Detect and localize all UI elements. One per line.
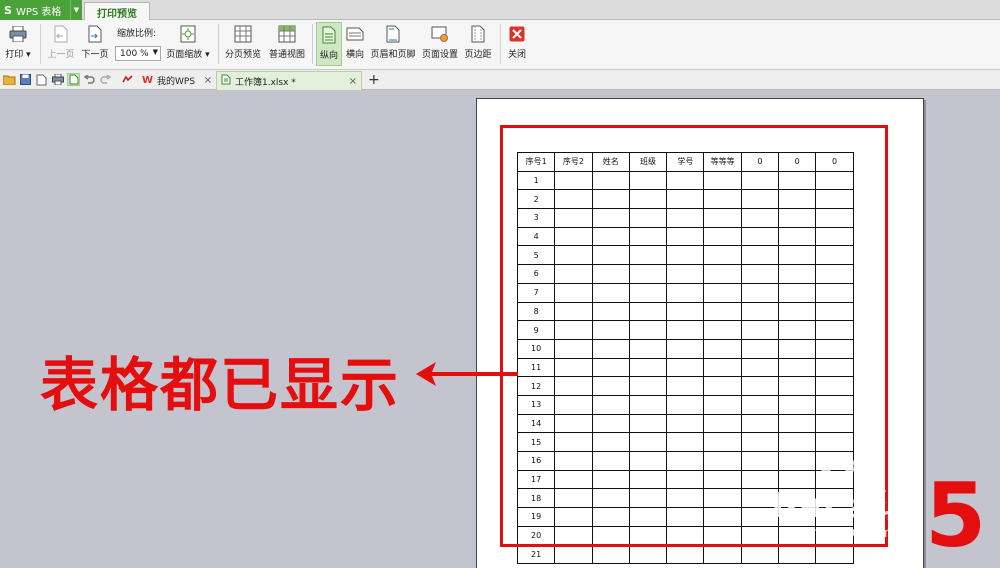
next-page-button[interactable]: 下一页 (80, 22, 110, 66)
print-preview-icon[interactable] (67, 73, 80, 86)
table-row: 21 (516, 544, 854, 565)
landscape-button[interactable]: 横向 (343, 22, 367, 66)
close-label: 关闭 (507, 50, 526, 60)
next-page-label: 下一页 (81, 50, 109, 60)
table-cell (778, 544, 817, 565)
watermark-url: jingyan.baidu.com (772, 526, 892, 541)
open-folder-icon[interactable] (3, 73, 16, 86)
page-zoom-button[interactable]: 页面缩放 ▾ (164, 22, 212, 66)
table-cell (703, 544, 742, 565)
chevron-down-icon: ▼ (70, 0, 82, 20)
watermark-brand: Bai 经验 (772, 486, 919, 526)
export-pdf-icon[interactable] (35, 73, 48, 86)
table-cell (740, 544, 780, 565)
wps-logo-icon: W (142, 75, 154, 86)
zoom-value: 100 % (120, 48, 149, 59)
print-preview-toolbar: 打印 ▾ 上一页 下一页 缩放比例: 100 % ▼ 页面缩放 ▾ 分页预览 普… (0, 20, 1000, 70)
page-break-preview-label: 分页预览 (224, 50, 261, 60)
header-footer-icon (384, 25, 402, 43)
separator (218, 24, 219, 64)
grid-view-icon (278, 25, 296, 43)
next-page-icon (86, 25, 104, 43)
page-setup-label: 页面设置 (421, 50, 458, 60)
portrait-button[interactable]: 纵向 (316, 22, 342, 66)
table-cell (554, 544, 593, 565)
page-zoom-label: 页面缩放 (166, 50, 203, 60)
margins-label: 页边距 (464, 50, 492, 60)
prev-page-button[interactable]: 上一页 (46, 22, 76, 66)
doc-tab-workbook[interactable]: 工作簿1.xlsx * × (216, 71, 362, 90)
header-footer-button[interactable]: 页眉和页脚 (369, 22, 417, 66)
step-number: 5 (925, 464, 987, 567)
app-title: WPS 表格 (15, 6, 62, 18)
page-zoom-icon (179, 25, 197, 43)
doc-tab-label: 我的WPS (157, 77, 196, 87)
separator (312, 24, 313, 64)
table-cell (815, 544, 854, 565)
margins-button[interactable]: 页边距 (462, 22, 494, 66)
annotation-text: 表格都已显示 (40, 351, 401, 419)
close-tab-icon[interactable]: × (349, 76, 357, 87)
table-cell (591, 544, 630, 565)
chevron-down-icon: ▼ (152, 48, 158, 56)
page-break-icon (234, 25, 252, 43)
doc-tab-label: 工作簿1.xlsx * (235, 77, 296, 88)
margins-icon (469, 25, 487, 43)
printer-icon[interactable] (51, 73, 64, 86)
close-preview-button[interactable]: 关闭 (504, 22, 530, 66)
landscape-page-icon (346, 25, 364, 43)
print-label: 打印 (5, 50, 24, 60)
prev-page-icon (52, 25, 70, 43)
title-bar: S WPS 表格 ▼ 打印预览 (0, 0, 1000, 21)
separator (500, 24, 501, 64)
wps-logo-icon: S (4, 3, 12, 17)
quick-access-bar: W 我的WPS × 工作簿1.xlsx * × + (0, 70, 1000, 90)
app-menu-button[interactable]: S WPS 表格 ▼ (0, 0, 82, 20)
normal-view-label: 普通视图 (268, 50, 305, 60)
save-icon[interactable] (19, 73, 32, 86)
table-cell (628, 544, 668, 565)
prev-page-label: 上一页 (47, 50, 75, 60)
landscape-label: 横向 (345, 50, 364, 60)
arrow-left-icon (416, 362, 518, 386)
tab-print-preview[interactable]: 打印预览 (84, 2, 150, 21)
redo-icon[interactable] (99, 73, 112, 86)
table-cell (666, 544, 705, 565)
spreadsheet-file-icon (221, 74, 231, 88)
header-footer-label: 页眉和页脚 (370, 50, 416, 60)
close-tab-icon[interactable]: × (204, 75, 212, 86)
close-icon (508, 25, 526, 43)
zoom-select[interactable]: 100 % ▼ (115, 46, 161, 61)
customize-toolbar-icon[interactable] (121, 73, 134, 86)
printer-icon (9, 25, 27, 43)
new-tab-plus-icon[interactable]: + (368, 72, 380, 88)
page-setup-button[interactable]: 页面设置 (420, 22, 460, 66)
undo-icon[interactable] (83, 73, 96, 86)
separator (40, 24, 41, 64)
zoom-label: 缩放比例: (117, 29, 157, 39)
row-number-cell: 21 (516, 544, 556, 565)
doc-tab-my-wps[interactable]: W 我的WPS × (138, 71, 216, 90)
page-setup-icon (431, 25, 449, 43)
portrait-page-icon (320, 26, 338, 44)
page-break-preview-button[interactable]: 分页预览 (222, 22, 264, 66)
portrait-label: 纵向 (319, 51, 338, 61)
normal-view-button[interactable]: 普通视图 (266, 22, 308, 66)
print-button[interactable]: 打印 ▾ (4, 22, 32, 66)
